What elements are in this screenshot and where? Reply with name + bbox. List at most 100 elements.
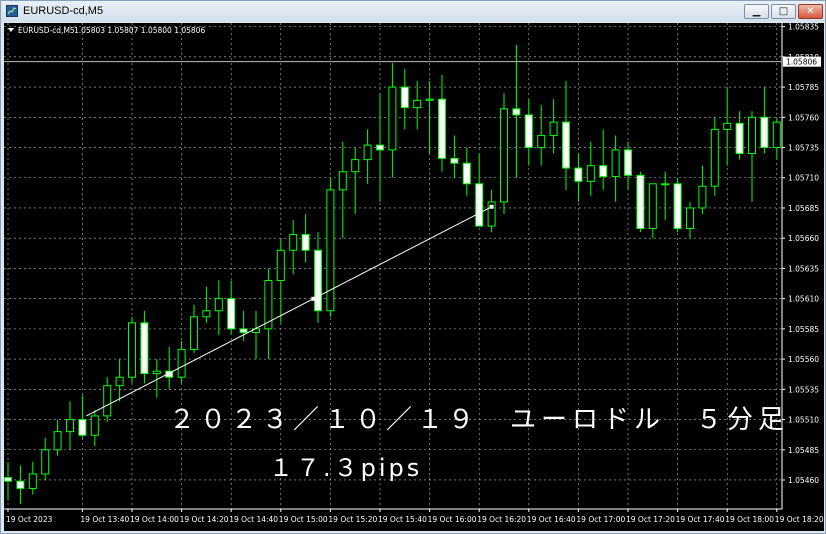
x-tick-label: 19 Oct 16:00 (428, 515, 477, 524)
candles (4, 44, 781, 505)
candle-body-bear (301, 234, 310, 251)
candle-body-bear (140, 322, 149, 375)
candle (586, 141, 595, 196)
candle (351, 147, 360, 215)
candle (574, 153, 583, 202)
y-tick-label: 1.05635 (788, 264, 819, 273)
candle (376, 93, 384, 202)
candle-body-bull (586, 165, 595, 182)
title-bar[interactable]: EURUSD-cd,M5 ▁ □ ✕ (1, 1, 825, 22)
maximize-button[interactable]: □ (771, 4, 796, 19)
candle-body-bear (4, 477, 12, 482)
candle-body-bull (338, 171, 347, 191)
candle-body-bull (53, 431, 62, 451)
candle-body-bear (227, 298, 236, 330)
candle (524, 99, 533, 166)
close-button[interactable]: ✕ (798, 4, 823, 19)
candle-body-bull (413, 99, 422, 109)
x-tick-label: 19 Oct 13:40 (80, 515, 129, 524)
candle-body-bull (611, 149, 620, 178)
x-tick-label: 19 Oct 16:20 (477, 515, 526, 524)
x-tick-label: 19 Oct 17:00 (576, 515, 625, 524)
candle (413, 81, 422, 130)
candle (723, 87, 732, 166)
x-tick-label: 19 Oct 2023 (6, 515, 53, 524)
chart-area[interactable]: 1.05460 1.05485 1.05510 1.05535 1.05560 1.055… (4, 23, 824, 531)
candle (28, 461, 37, 495)
candle (314, 232, 322, 323)
candle-body-bull (549, 121, 558, 136)
candle-body-bull (28, 473, 37, 489)
x-tick-label: 19 Oct 15:20 (328, 515, 377, 524)
candle (487, 189, 496, 233)
candle-body-bull (710, 128, 719, 187)
candle (214, 280, 223, 335)
candle-body-bull (772, 121, 781, 149)
y-tick-label: 1.05660 (788, 234, 819, 243)
trend-line-handle[interactable] (311, 296, 316, 301)
candle-body-bear (438, 98, 446, 159)
candle (190, 304, 198, 354)
candle (252, 310, 260, 360)
y-tick-label: 1.05485 (788, 446, 819, 455)
candle (326, 177, 335, 317)
ohlc-values: 1.05803 1.05807 1.05800 1.05806 (74, 26, 205, 35)
x-tick-label: 19 Oct 18:00 (725, 515, 774, 524)
candle-body-bull (748, 116, 756, 155)
candle (450, 135, 459, 178)
candle-body-bull (90, 415, 99, 436)
minimize-button[interactable]: ▁ (744, 4, 769, 19)
candle (686, 201, 694, 239)
candle-body-bear (16, 480, 25, 489)
candle (165, 347, 174, 390)
candle (710, 117, 719, 196)
y-tick-label: 1.05460 (788, 476, 819, 485)
candle-body-bull (177, 348, 186, 378)
candle (611, 135, 620, 202)
candle-body-bear (450, 157, 459, 164)
candle (115, 359, 124, 402)
candle (276, 238, 285, 323)
candle-body-bull (723, 122, 732, 130)
current-price-label: 1.05806 (786, 58, 817, 67)
candle-body-bull (425, 98, 434, 101)
y-tick-label: 1.05735 (788, 144, 819, 153)
candle (537, 105, 546, 166)
candle-body-bull (66, 419, 74, 433)
candle (400, 68, 409, 130)
candle (128, 316, 136, 384)
candle (90, 409, 99, 447)
candle-body-bear (512, 108, 521, 116)
candle (41, 437, 50, 480)
candlestick-chart[interactable]: 1.05460 1.05485 1.05510 1.05535 1.05560 1.055… (4, 23, 824, 531)
candle (735, 111, 744, 160)
x-tick-label: 19 Oct 15:00 (279, 515, 328, 524)
candle (301, 214, 310, 263)
y-tick-label: 1.05560 (788, 355, 819, 364)
chart-window-icon (6, 5, 18, 17)
candle (636, 171, 645, 233)
candle-body-bull (103, 385, 112, 417)
candle-body-bear (462, 162, 471, 185)
axes: 1.05460 1.05485 1.05510 1.05535 1.05560 1.055… (4, 23, 824, 524)
candle (549, 99, 558, 154)
candle-body-bear (735, 122, 744, 155)
candle-body-bull (363, 144, 372, 161)
y-tick-label: 1.05535 (788, 385, 819, 394)
candle-body-bull (661, 183, 670, 186)
symbol-menu-icon[interactable] (8, 28, 14, 32)
x-tick-label: 19 Oct 17:20 (626, 515, 675, 524)
candle (760, 87, 769, 154)
candle (264, 268, 273, 360)
candle-body-bull (202, 310, 211, 318)
candle-body-bull (326, 189, 335, 312)
annotation-pips: １７.３pips (269, 454, 422, 482)
candle-body-bear (376, 144, 384, 151)
y-tick-label: 1.05510 (788, 416, 819, 425)
candle-body-bull (289, 234, 298, 251)
candle (673, 177, 682, 233)
candle-body-bull (686, 207, 694, 230)
trend-line-handle[interactable] (489, 204, 494, 209)
candle (624, 141, 632, 190)
y-tick-label: 1.05610 (788, 295, 819, 304)
